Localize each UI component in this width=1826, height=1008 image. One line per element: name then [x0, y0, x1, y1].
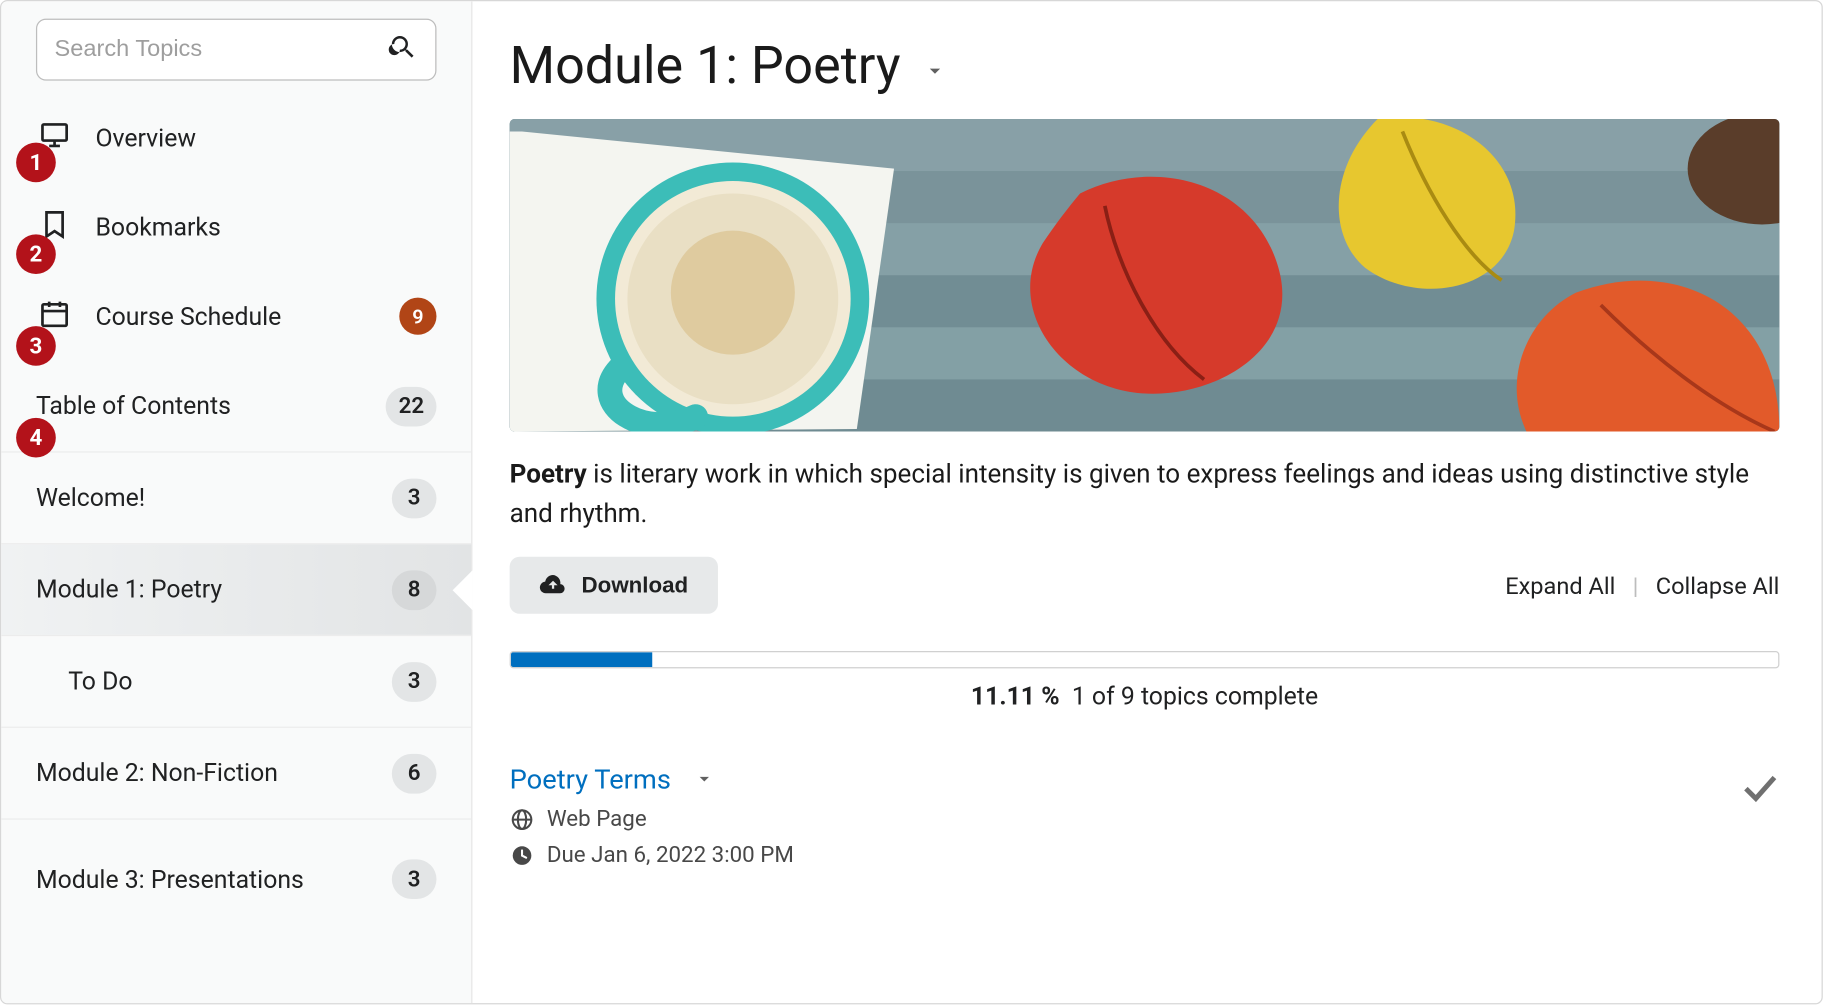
- toc-count: 8: [392, 570, 437, 610]
- chevron-down-icon[interactable]: [923, 58, 948, 88]
- toc-module-1-poetry[interactable]: Module 1: Poetry 8: [1, 544, 471, 636]
- toc-label: Table of Contents: [36, 389, 231, 422]
- toc-count: 6: [392, 753, 437, 793]
- progress-fill: [511, 652, 652, 667]
- toc-welcome[interactable]: Welcome! 3: [1, 453, 471, 545]
- annotation-2: 2: [16, 234, 56, 274]
- expand-all-link[interactable]: Expand All: [1505, 571, 1615, 600]
- schedule-badge: 9: [399, 298, 436, 335]
- collapse-all-link[interactable]: Collapse All: [1656, 571, 1780, 600]
- actions-row: Download Expand All | Collapse All: [510, 557, 1780, 614]
- expand-collapse: Expand All | Collapse All: [1505, 571, 1779, 600]
- desc-bold: Poetry: [510, 460, 587, 490]
- annotation-1: 1: [16, 143, 56, 183]
- module-title-row: Module 1: Poetry: [510, 36, 1785, 97]
- topic-type-row: Web Page: [510, 806, 1780, 832]
- app-frame: 1 2 3 4 Overview Bookmarks: [0, 0, 1823, 1004]
- topic-title-link[interactable]: Poetry Terms: [510, 765, 671, 796]
- toc-count: 3: [392, 478, 437, 518]
- topic-type: Web Page: [547, 806, 647, 832]
- topic-due: Due Jan 6, 2022 3:00 PM: [547, 842, 794, 868]
- annotation-4: 4: [16, 418, 56, 458]
- search-box[interactable]: [36, 19, 437, 81]
- clock-icon: [510, 843, 535, 868]
- toc-label: Module 1: Poetry: [36, 573, 222, 606]
- nav-bookmarks[interactable]: Bookmarks: [1, 182, 471, 271]
- toc-count: 3: [392, 859, 437, 899]
- nav-course-schedule[interactable]: Course Schedule 9: [1, 272, 471, 361]
- toc-count: 22: [386, 386, 436, 426]
- module-description: Poetry is literary work in which special…: [510, 456, 1780, 534]
- checkmark-icon[interactable]: [1740, 768, 1780, 813]
- download-icon: [539, 572, 566, 599]
- hero-image: [510, 119, 1780, 431]
- toc-label: Module 3: Presentations: [36, 862, 304, 895]
- search-icon[interactable]: [388, 32, 418, 67]
- progress-bar: [510, 651, 1780, 668]
- search-input[interactable]: [55, 36, 389, 63]
- nav-label: Overview: [95, 123, 196, 153]
- chevron-down-icon[interactable]: [693, 767, 715, 794]
- nav-label: Bookmarks: [95, 212, 220, 242]
- toc-to-do[interactable]: To Do 3: [1, 636, 471, 728]
- download-button[interactable]: Download: [510, 557, 718, 614]
- nav-label: Course Schedule: [95, 301, 281, 331]
- main-content: Module 1: Poetry: [472, 1, 1821, 1003]
- separator: |: [1633, 571, 1639, 600]
- toc-count: 3: [392, 662, 437, 702]
- toc-list: Table of Contents 22 Welcome! 3 Module 1…: [1, 361, 471, 939]
- toc-module-3-presentations[interactable]: Module 3: Presentations 3: [1, 820, 471, 939]
- desc-rest: is literary work in which special intens…: [510, 460, 1749, 529]
- sidebar: Overview Bookmarks Course Schedule 9 Tab…: [1, 1, 472, 1003]
- nav-overview[interactable]: Overview: [1, 93, 471, 182]
- toc-label: Module 2: Non-Fiction: [36, 756, 278, 789]
- topic-item: Poetry Terms Web Page Due Jan 6, 2022 3:…: [510, 765, 1780, 868]
- progress-detail: 1 of 9 topics complete: [1072, 681, 1318, 711]
- progress-text: 11.11 % 1 of 9 topics complete: [510, 681, 1780, 711]
- toc-label: Welcome!: [36, 481, 145, 514]
- progress-percent: 11.11 %: [971, 681, 1060, 711]
- progress-section: 11.11 % 1 of 9 topics complete: [510, 651, 1780, 711]
- module-title: Module 1: Poetry: [510, 36, 901, 97]
- download-label: Download: [582, 572, 689, 598]
- topic-due-row: Due Jan 6, 2022 3:00 PM: [510, 842, 1780, 868]
- globe-icon: [510, 807, 535, 832]
- annotation-3: 3: [16, 326, 56, 366]
- toc-module-2-nonfiction[interactable]: Module 2: Non-Fiction 6: [1, 728, 471, 820]
- toc-table-of-contents[interactable]: Table of Contents 22: [1, 361, 471, 453]
- toc-label: To Do: [68, 665, 132, 698]
